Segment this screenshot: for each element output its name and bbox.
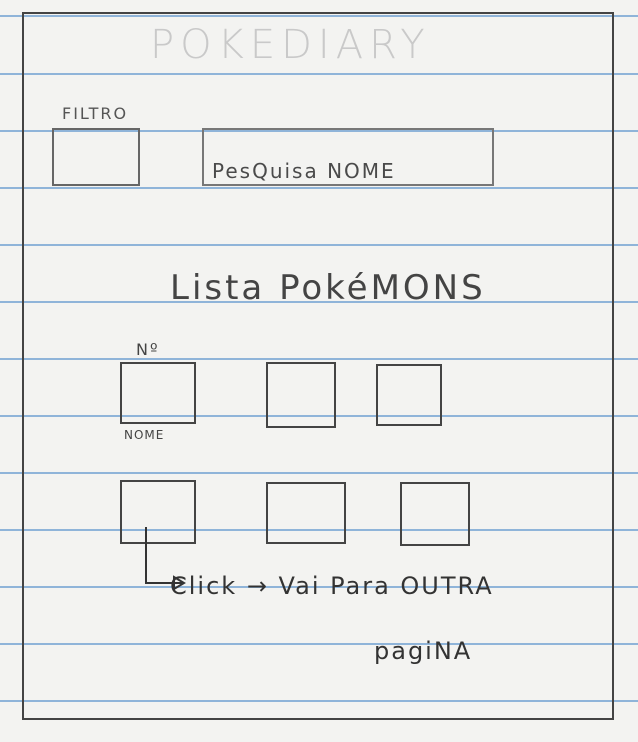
pokemon-list-title: Lista PokéMONS xyxy=(170,268,486,308)
pokemon-card[interactable] xyxy=(376,364,442,426)
pokemon-card[interactable] xyxy=(266,362,336,428)
filter-label: FILTRO xyxy=(62,104,129,123)
app-title: POKEDIARY xyxy=(150,22,431,68)
card-name-label: NOME xyxy=(124,428,165,442)
navigation-note: Click → Vai Para OUTRA xyxy=(170,572,494,600)
filter-dropdown[interactable] xyxy=(52,128,140,186)
pokemon-card[interactable] xyxy=(266,482,346,544)
search-name-input[interactable] xyxy=(202,128,494,186)
pokemon-card[interactable] xyxy=(120,362,196,424)
pokemon-card[interactable] xyxy=(400,482,470,546)
navigation-note-continued: pagiNA xyxy=(374,637,473,665)
card-number-label: Nº xyxy=(136,340,160,359)
